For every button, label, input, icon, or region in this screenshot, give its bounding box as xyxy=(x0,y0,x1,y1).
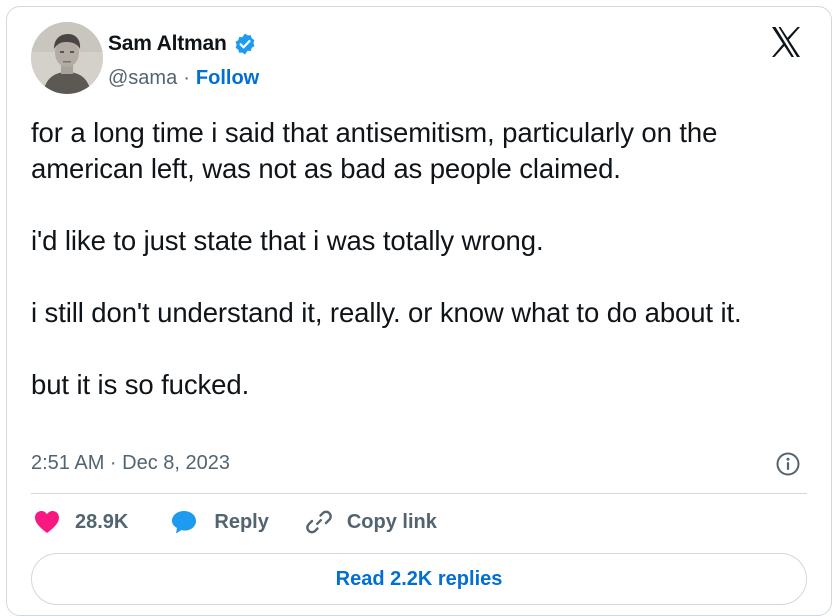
handle-separator: · xyxy=(183,67,190,89)
info-icon[interactable] xyxy=(775,451,801,477)
divider xyxy=(31,493,807,494)
like-button[interactable]: 28.9K xyxy=(33,509,128,535)
author-handle-row: @sama · Follow xyxy=(108,67,259,90)
speech-bubble-icon xyxy=(172,511,197,534)
tweet-timestamp[interactable]: 2:51 AM · Dec 8, 2023 xyxy=(31,452,230,475)
reply-button[interactable]: Reply xyxy=(170,509,269,535)
read-replies-button[interactable]: Read 2.2K replies xyxy=(31,553,807,605)
copy-link-button[interactable]: Copy link xyxy=(305,508,437,536)
x-logo-icon[interactable] xyxy=(769,25,803,59)
avatar[interactable] xyxy=(31,22,103,94)
read-replies-label: Read 2.2K replies xyxy=(335,567,503,590)
author-handle[interactable]: @sama xyxy=(108,67,177,90)
tweet-card: Sam Altman @sama · Follow for a long tim… xyxy=(6,6,832,616)
avatar-photo xyxy=(31,22,103,94)
link-icon xyxy=(305,510,332,534)
reply-label: Reply xyxy=(214,510,269,533)
like-count: 28.9K xyxy=(75,510,129,533)
copy-link-label: Copy link xyxy=(346,510,437,533)
tweet-text: for a long time i said that antisemitism… xyxy=(31,117,742,400)
verified-badge-icon xyxy=(233,32,257,56)
follow-button[interactable]: Follow xyxy=(196,67,259,90)
heart-icon xyxy=(35,511,59,533)
tweet-actions: 28.9K Reply Copy link xyxy=(33,508,437,536)
author-name-row: Sam Altman xyxy=(108,32,257,56)
author-name[interactable]: Sam Altman xyxy=(108,32,227,56)
